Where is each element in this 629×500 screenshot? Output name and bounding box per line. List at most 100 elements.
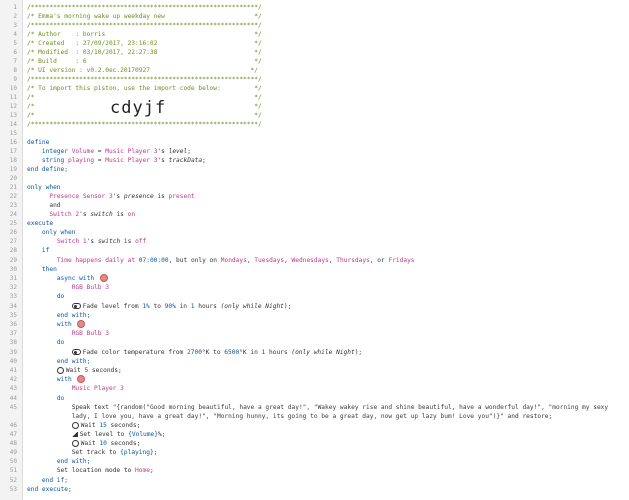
day-tuesdays: Tuesdays (254, 257, 285, 264)
attribute-switch: switch (90, 211, 113, 218)
seconds: seconds; (106, 440, 141, 447)
speak-text-value-cont: lady, I love you, have a great day!", "M… (71, 413, 504, 420)
line-number: 29 (9, 257, 17, 264)
playing-expression: {playing} (120, 449, 154, 456)
line-number: 49 (9, 449, 17, 456)
line-number: 17 (9, 148, 17, 155)
time-trigger[interactable]: Time happens daily at (57, 257, 139, 264)
mode-night: Night (336, 349, 355, 356)
end-with-text: end with; (56, 312, 91, 319)
hours: hours (194, 303, 221, 310)
line-number: 28 (9, 247, 17, 254)
comment-line: /* To import this piston, use the import… (27, 85, 262, 92)
line-number: 16 (9, 139, 17, 146)
speak-text-command[interactable]: Speak text (72, 404, 113, 411)
semicolon: ; (153, 449, 158, 456)
with-keyword[interactable]: with (57, 376, 72, 383)
attribute-level: level (168, 148, 188, 155)
wait-command[interactable]: Wait (66, 367, 85, 374)
line-number: 38 (9, 339, 17, 346)
device-presence-sensor-3[interactable]: Presence Sensor 3 (49, 193, 112, 200)
volume-icon (71, 431, 78, 437)
line-number: 18 (9, 157, 17, 164)
line-number: 53 (9, 486, 17, 493)
do-keyword[interactable]: do (57, 293, 64, 300)
line-number: 11 (9, 94, 17, 101)
set-level-command[interactable]: Set level to (80, 431, 128, 438)
day-thursdays: Thursdays (336, 257, 370, 264)
line-number: 34 (9, 303, 17, 310)
type-integer: integer (41, 148, 68, 155)
variable-volume[interactable]: Volume (72, 148, 94, 155)
and-restore: and restore; (503, 413, 553, 420)
operator: = (94, 148, 106, 155)
line-number: 33 (9, 293, 17, 300)
possessive: 's (157, 148, 169, 155)
device-switch-1[interactable]: Switch 1 (57, 238, 87, 245)
line-number: 52 (9, 477, 17, 484)
only-when-keyword[interactable]: only when (27, 184, 61, 191)
value-90-percent: 90% (164, 303, 176, 310)
device-music-player-3[interactable]: Music Player 3 (72, 385, 124, 392)
comment-line: /***************************************… (27, 22, 262, 29)
fade-color-command[interactable]: Fade color temperature from (83, 349, 187, 356)
line-number: 19 (9, 166, 17, 173)
day-wednesdays: Wednesdays (291, 257, 329, 264)
semicolon: ; (187, 148, 191, 155)
only-while: (only while (291, 349, 337, 356)
semicolon: ; (202, 157, 206, 164)
line-number: 15 (9, 130, 17, 137)
line-number: 10 (9, 85, 17, 92)
line-number: 43 (9, 385, 17, 392)
operator-is: is (112, 211, 128, 218)
device-rgb-bulb-3[interactable]: RGB Bulb 3 (72, 284, 109, 291)
set-track-command[interactable]: Set track to (72, 449, 120, 456)
only-when-keyword[interactable]: only when (42, 229, 76, 236)
mode-night: Night (265, 303, 284, 310)
line-number: 24 (9, 211, 17, 218)
wait-command[interactable]: Wait (81, 422, 100, 429)
time-value: 07:00:00 (138, 257, 169, 264)
type-string: string (41, 157, 65, 164)
comment-line: /***************************************… (27, 76, 262, 83)
percent-semicolon: %; (157, 431, 166, 438)
if-keyword[interactable]: if (42, 247, 49, 254)
wait-command[interactable]: Wait (81, 440, 100, 447)
variable-playing[interactable]: playing (68, 157, 94, 164)
set-location-mode-command[interactable]: Set location mode to (57, 467, 135, 474)
but-only-on: , but only on (168, 257, 221, 264)
line-number: 22 (9, 193, 17, 200)
define-keyword[interactable]: define (27, 139, 49, 146)
seconds: seconds; (106, 422, 141, 429)
execute-keyword[interactable]: execute (27, 220, 53, 227)
possessive: 's (79, 211, 91, 218)
do-keyword[interactable]: do (57, 339, 64, 346)
line-number: 47 (9, 431, 17, 438)
seconds: seconds; (88, 367, 122, 374)
day-mondays: Mondays (220, 257, 247, 264)
device-music-player-3[interactable]: Music Player 3 (105, 157, 157, 164)
device-switch-2[interactable]: Switch 2 (49, 211, 79, 218)
possessive: 's (157, 157, 169, 164)
line-number: 42 (9, 376, 17, 383)
device-music-player-3[interactable]: Music Player 3 (105, 148, 157, 155)
line-number: 39 (9, 349, 17, 356)
device-rgb-bulb-3[interactable]: RGB Bulb 3 (72, 330, 109, 337)
semicolon: ; (149, 467, 154, 474)
comment-line: /* Build : 6 */ (27, 58, 262, 65)
line-number: 2 (13, 13, 17, 20)
fade-level-command[interactable]: Fade level from (83, 303, 143, 310)
line-number: 6 (13, 49, 17, 56)
do-keyword[interactable]: do (57, 395, 64, 402)
with-keyword[interactable]: with (57, 321, 72, 328)
value-on: on (127, 211, 136, 218)
operator: = (94, 157, 106, 164)
line-number: 35 (9, 312, 17, 319)
end-with-text: end with; (56, 458, 91, 465)
then-keyword[interactable]: then (42, 266, 57, 273)
line-number: 45 (9, 404, 17, 411)
comment-line: /* Modified : 03/10/2017, 22:27:38 */ (27, 49, 262, 56)
possessive: 's (86, 238, 98, 245)
unit-kelvin: °K (239, 349, 247, 356)
async-with-keyword[interactable]: async with (57, 275, 94, 282)
